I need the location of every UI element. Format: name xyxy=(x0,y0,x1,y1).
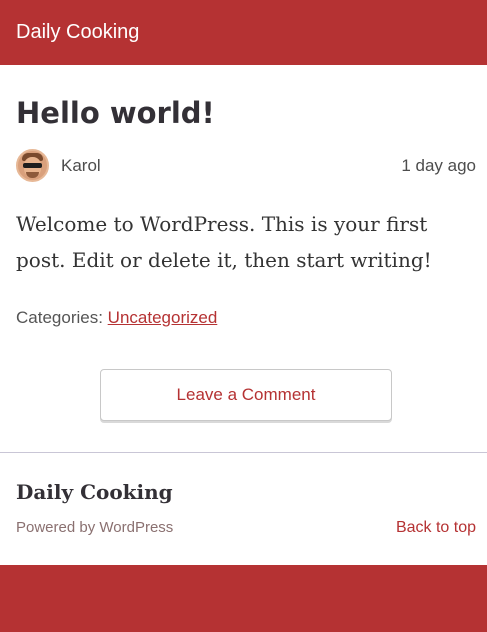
post-title[interactable]: Hello world! xyxy=(16,94,215,132)
post-content: Welcome to WordPress. This is your first… xyxy=(16,212,432,272)
post-meta: Karol 1 day ago xyxy=(16,148,476,182)
category-link[interactable]: Uncategorized xyxy=(108,308,218,327)
leave-comment-button[interactable]: Leave a Comment xyxy=(100,369,392,421)
post-categories: Categories: Uncategorized xyxy=(16,307,217,329)
post-author[interactable]: Karol xyxy=(61,156,101,176)
back-to-top-link[interactable]: Back to top xyxy=(396,519,476,537)
avatar-beard xyxy=(26,172,39,178)
footer-divider xyxy=(0,452,487,453)
user-avatar-icon[interactable] xyxy=(16,149,49,182)
bottom-bar xyxy=(0,565,487,632)
categories-label: Categories: xyxy=(16,308,103,327)
post-date[interactable]: 1 day ago xyxy=(401,156,476,176)
footer-site-title[interactable]: Daily Cooking xyxy=(16,479,173,505)
powered-by-link[interactable]: Powered by WordPress xyxy=(16,519,173,537)
site-header: Daily Cooking xyxy=(0,0,487,65)
avatar-sunglasses xyxy=(23,163,42,168)
site-title-link[interactable]: Daily Cooking xyxy=(16,20,139,44)
